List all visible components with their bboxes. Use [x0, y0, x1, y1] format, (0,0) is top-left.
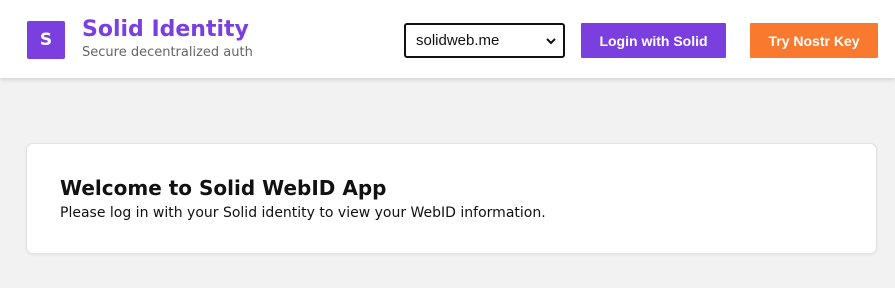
welcome-message: Please log in with your Solid identity t…	[60, 205, 546, 221]
provider-select-value: solidweb.me	[416, 32, 500, 49]
brand-logo: S	[27, 21, 65, 59]
chevron-down-icon	[546, 38, 556, 45]
provider-select[interactable]: solidweb.me	[404, 23, 565, 58]
welcome-card: Welcome to Solid WebID App Please log in…	[26, 143, 877, 254]
welcome-title: Welcome to Solid WebID App	[60, 176, 387, 200]
brand-subtitle: Secure decentralized auth	[82, 45, 253, 60]
brand-title: Solid Identity	[82, 17, 249, 42]
logo-letter: S	[39, 30, 53, 50]
app-header: S Solid Identity Secure decentralized au…	[0, 0, 895, 78]
login-with-solid-button[interactable]: Login with Solid	[581, 23, 726, 58]
try-nostr-key-button[interactable]: Try Nostr Key	[750, 23, 878, 58]
